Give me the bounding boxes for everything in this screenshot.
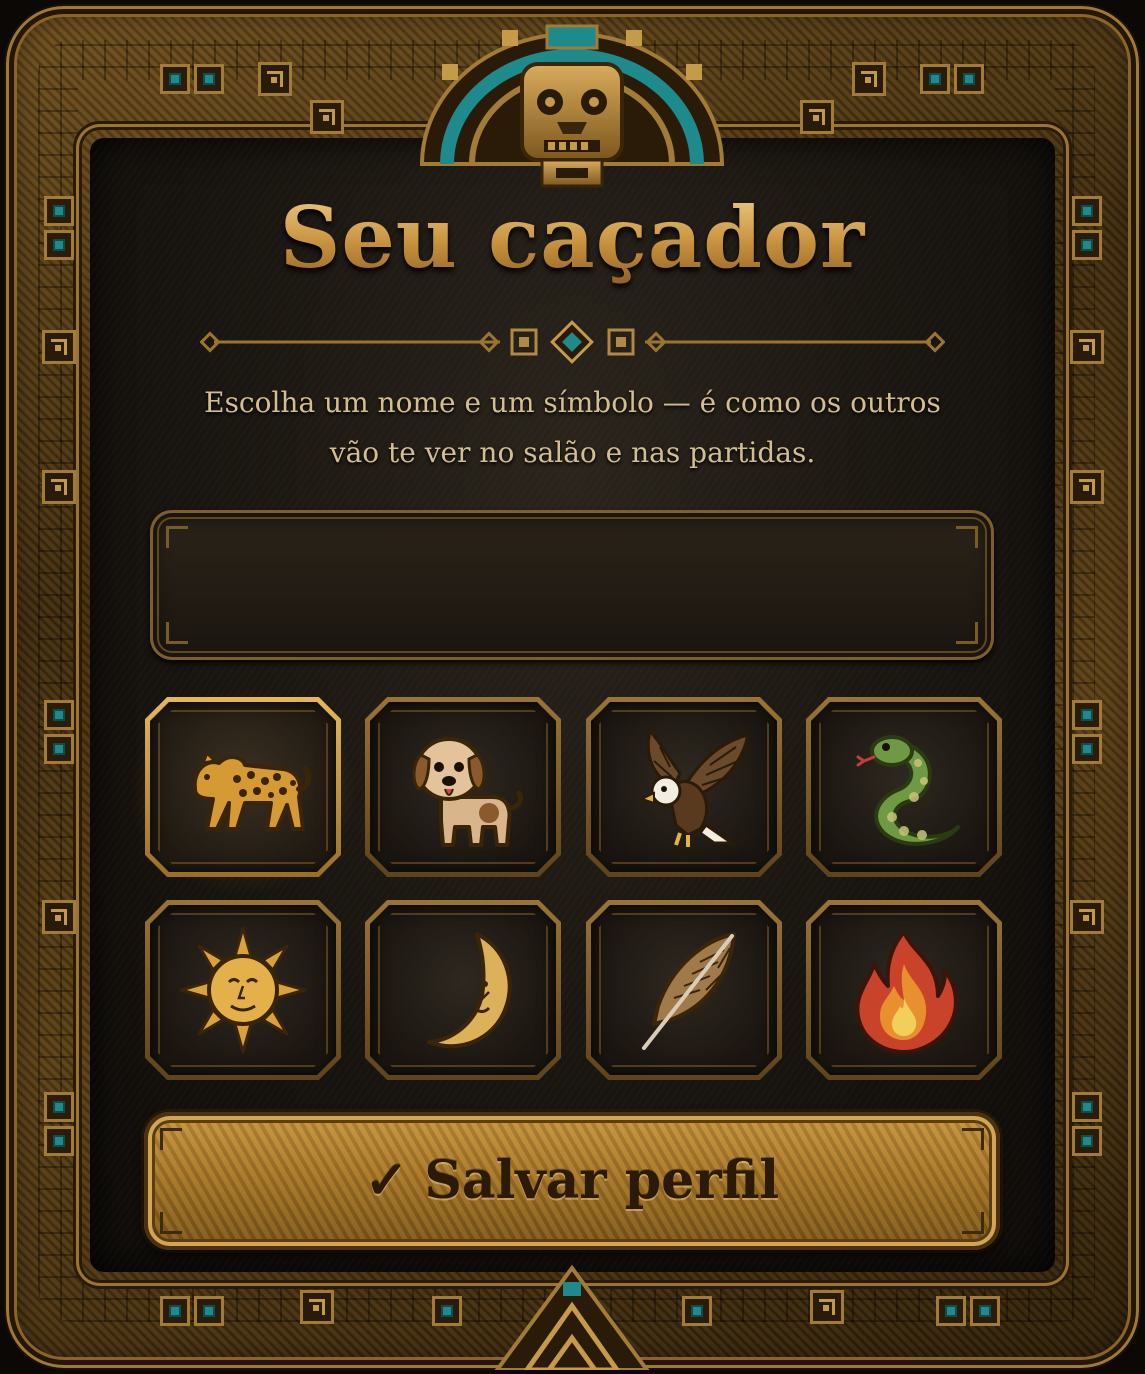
mask-crest-icon	[419, 24, 725, 188]
eagle-icon	[614, 717, 754, 857]
meander-glyph	[300, 1290, 334, 1324]
turquoise-stud	[954, 64, 984, 94]
turquoise-stud	[44, 1092, 74, 1122]
corner-ornament	[166, 622, 188, 644]
page-title: Seu caçador	[0, 188, 1145, 287]
turquoise-stud	[432, 1296, 462, 1326]
symbol-tile-moon[interactable]	[365, 900, 561, 1080]
ornamental-divider	[200, 320, 945, 364]
instructions-line-2: vão te ver no salão e nas partidas.	[329, 436, 816, 469]
symbol-tile-sun[interactable]	[145, 900, 341, 1080]
fire-icon	[834, 920, 974, 1060]
symbol-tile-feather[interactable]	[586, 900, 782, 1080]
turquoise-stud	[936, 1296, 966, 1326]
meander-glyph	[310, 100, 344, 134]
turquoise-stud	[1072, 700, 1102, 730]
turquoise-stud	[1072, 1092, 1102, 1122]
dog-icon	[393, 717, 533, 857]
corner-ornament	[962, 1128, 984, 1150]
serpent-icon	[834, 717, 974, 857]
turquoise-stud	[970, 1296, 1000, 1326]
jaguar-icon	[173, 717, 313, 857]
turquoise-stud	[44, 1126, 74, 1156]
meander-glyph	[42, 900, 76, 934]
turquoise-stud	[160, 1296, 190, 1326]
pyramid-crest-icon	[494, 1264, 650, 1370]
corner-ornament	[956, 622, 978, 644]
meander-glyph	[1070, 900, 1104, 934]
turquoise-stud	[920, 64, 950, 94]
meander-glyph	[42, 330, 76, 364]
feather-icon	[614, 920, 754, 1060]
meander-glyph	[1070, 330, 1104, 364]
instructions-text: Escolha um nome e um símbolo — é como os…	[150, 378, 995, 478]
save-profile-text: Salvar perfil	[424, 1150, 780, 1211]
name-input[interactable]	[190, 540, 958, 632]
symbol-tile-eagle[interactable]	[586, 697, 782, 877]
sun-icon	[173, 920, 313, 1060]
save-profile-button[interactable]: ✓ Salvar perfil	[144, 1112, 1000, 1250]
turquoise-stud	[160, 64, 190, 94]
turquoise-stud	[194, 64, 224, 94]
meander-glyph	[42, 470, 76, 504]
name-field-frame	[150, 510, 994, 660]
symbol-tile-dog[interactable]	[365, 697, 561, 877]
corner-ornament	[166, 526, 188, 548]
meander-glyph	[258, 62, 292, 96]
turquoise-stud	[44, 734, 74, 764]
corner-ornament	[160, 1128, 182, 1150]
moon-icon	[393, 920, 533, 1060]
corner-ornament	[962, 1212, 984, 1234]
symbol-tile-serpent[interactable]	[806, 697, 1002, 877]
meander-glyph	[810, 1290, 844, 1324]
save-profile-label: ✓ Salvar perfil	[144, 1150, 1000, 1211]
turquoise-stud	[1072, 734, 1102, 764]
meander-glyph	[1070, 470, 1104, 504]
symbol-tile-jaguar[interactable]	[145, 697, 341, 877]
meander-glyph	[800, 100, 834, 134]
corner-ornament	[160, 1212, 182, 1234]
instructions-line-1: Escolha um nome e um símbolo — é como os…	[204, 386, 941, 419]
turquoise-stud	[1072, 1126, 1102, 1156]
turquoise-stud	[194, 1296, 224, 1326]
corner-ornament	[956, 526, 978, 548]
meander-glyph	[852, 62, 886, 96]
checkmark-icon: ✓	[364, 1150, 409, 1211]
symbol-tile-fire[interactable]	[806, 900, 1002, 1080]
turquoise-stud	[44, 700, 74, 730]
turquoise-stud	[682, 1296, 712, 1326]
